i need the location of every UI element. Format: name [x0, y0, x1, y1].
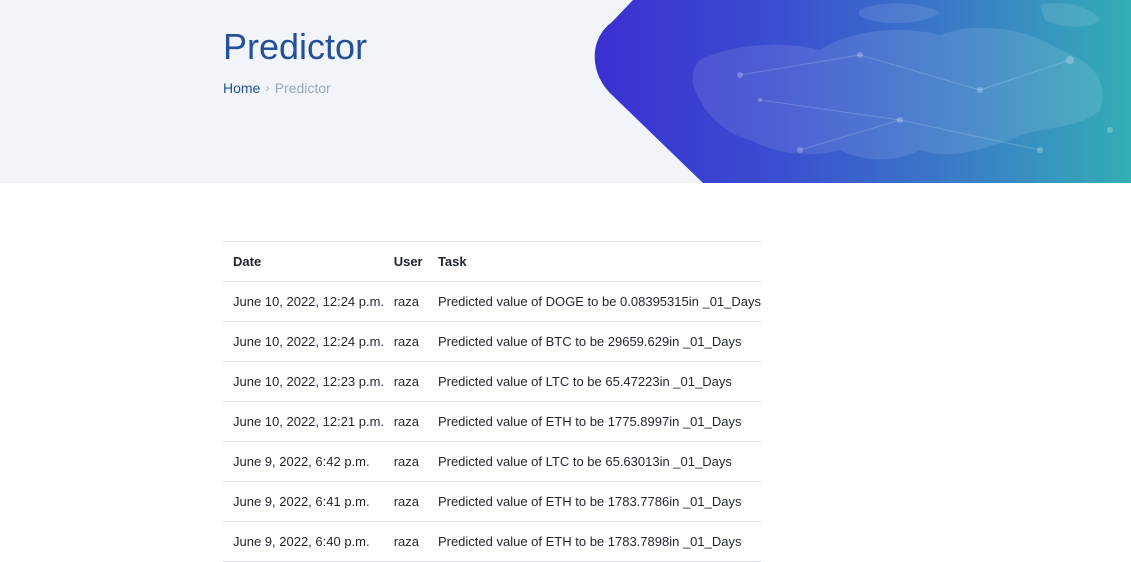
world-map-blob-graphic: [594, 0, 1131, 183]
cell-task: Predicted value of ETH to be 1783.7786in…: [428, 481, 761, 522]
cell-user: raza: [384, 481, 429, 522]
cell-task: Predicted value of ETH to be 1775.8997in…: [428, 401, 761, 442]
cell-task: Predicted value of LTC to be 65.47223in …: [428, 361, 761, 402]
cell-date: June 9, 2022, 6:42 p.m.: [223, 441, 385, 482]
table-row: June 9, 2022, 6:42 p.m. raza Predicted v…: [223, 441, 761, 482]
cell-task: Predicted value of DOGE to be 0.08395315…: [428, 281, 761, 322]
breadcrumb-separator-icon: ›: [265, 80, 270, 95]
cell-user: raza: [384, 441, 429, 482]
prediction-log-table: Date User Task June 10, 2022, 12:24 p.m.…: [223, 241, 761, 562]
page-title: Predictor: [223, 26, 368, 67]
cell-task: Predicted value of BTC to be 29659.629in…: [428, 321, 761, 362]
table-row: June 9, 2022, 6:41 p.m. raza Predicted v…: [223, 481, 761, 522]
cell-date: June 10, 2022, 12:24 p.m.: [223, 281, 385, 322]
breadcrumb: Home › Predictor: [223, 79, 331, 97]
cell-user: raza: [384, 321, 429, 362]
cell-user: raza: [384, 521, 429, 562]
breadcrumb-home-link[interactable]: Home: [223, 79, 260, 97]
table-row: June 10, 2022, 12:24 p.m. raza Predicted…: [223, 281, 761, 322]
cell-date: June 10, 2022, 12:23 p.m.: [223, 361, 385, 402]
table-header-row: Date User Task: [223, 241, 761, 282]
cell-user: raza: [384, 281, 429, 322]
cell-user: raza: [384, 401, 429, 442]
cell-date: June 10, 2022, 12:24 p.m.: [223, 321, 385, 362]
breadcrumb-current: Predictor: [274, 80, 331, 96]
prediction-log-table-container: Date User Task June 10, 2022, 12:24 p.m.…: [223, 241, 761, 562]
column-header-date: Date: [223, 241, 385, 282]
cell-date: June 9, 2022, 6:41 p.m.: [223, 481, 385, 522]
cell-date: June 10, 2022, 12:21 p.m.: [223, 401, 385, 442]
page-header-banner: Predictor Home › Predictor: [0, 0, 1131, 183]
cell-date: June 9, 2022, 6:40 p.m.: [223, 521, 385, 562]
table-row: June 10, 2022, 12:23 p.m. raza Predicted…: [223, 361, 761, 402]
cell-task: Predicted value of ETH to be 1783.7898in…: [428, 521, 761, 562]
column-header-task: Task: [428, 241, 761, 282]
cell-task: Predicted value of LTC to be 65.63013in …: [428, 441, 761, 482]
column-header-user: User: [384, 241, 429, 282]
table-row: June 10, 2022, 12:24 p.m. raza Predicted…: [223, 321, 761, 362]
cell-user: raza: [384, 361, 429, 402]
table-row: June 10, 2022, 12:21 p.m. raza Predicted…: [223, 401, 761, 442]
table-row: June 9, 2022, 6:40 p.m. raza Predicted v…: [223, 521, 761, 562]
